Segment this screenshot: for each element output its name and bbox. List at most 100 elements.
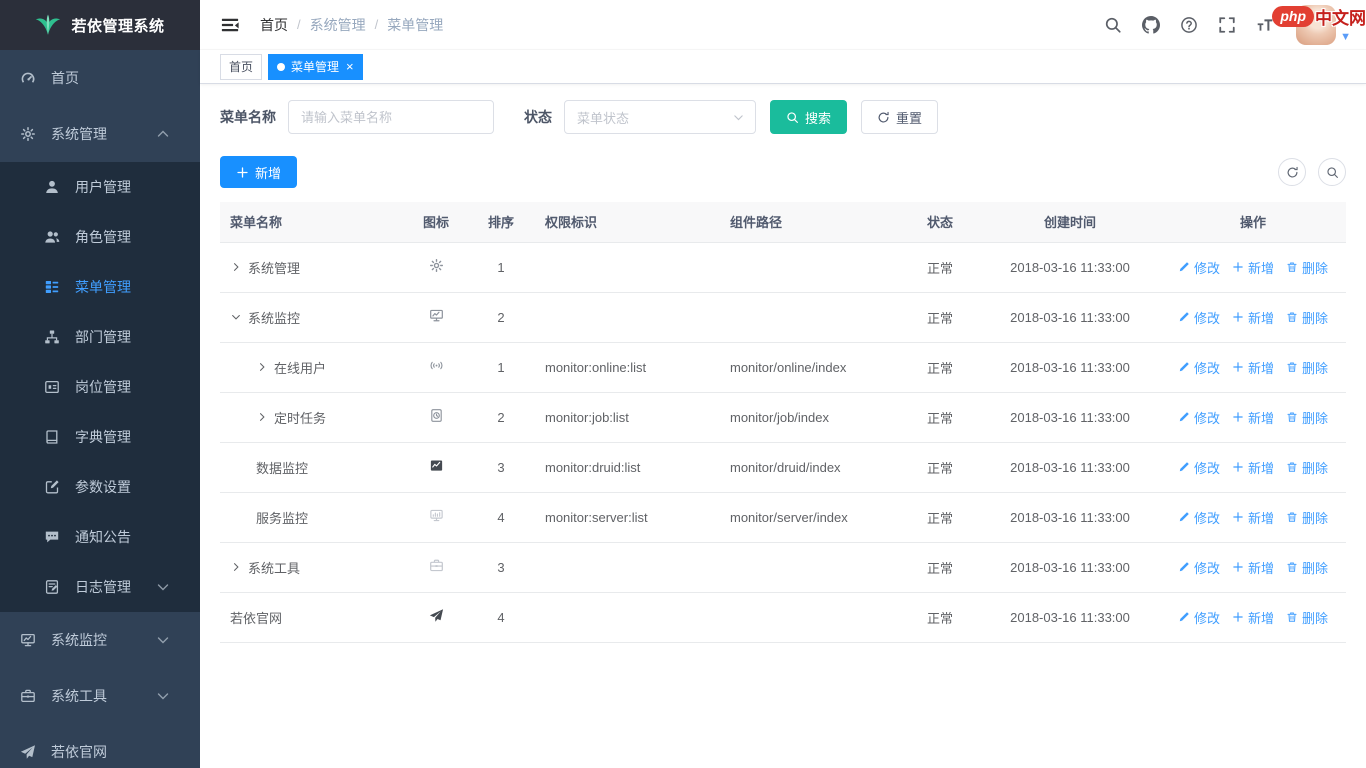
row-action-delete[interactable]: 删除 bbox=[1286, 508, 1328, 527]
row-action-delete[interactable]: 删除 bbox=[1286, 308, 1328, 327]
created-time: 2018-03-16 11:33:00 bbox=[980, 542, 1160, 592]
action-label: 修改 bbox=[1194, 308, 1220, 327]
sidebar-item-param-setting[interactable]: 参数设置 bbox=[0, 462, 200, 512]
row-action-add[interactable]: 新增 bbox=[1232, 608, 1274, 627]
created-time: 2018-03-16 11:33:00 bbox=[980, 492, 1160, 542]
action-label: 修改 bbox=[1194, 558, 1220, 577]
action-label: 新增 bbox=[1248, 408, 1274, 427]
row-action-add[interactable]: 新增 bbox=[1232, 408, 1274, 427]
action-label: 修改 bbox=[1194, 508, 1220, 527]
row-action-delete[interactable]: 删除 bbox=[1286, 608, 1328, 627]
sidebar: 若依管理系统 首页系统管理用户管理角色管理菜单管理部门管理岗位管理字典管理参数设… bbox=[0, 0, 200, 768]
menu-table: 菜单名称图标排序权限标识组件路径状态创建时间操作 系统管理1正常2018-03-… bbox=[220, 202, 1346, 643]
table-row: 定时任务2monitor:job:listmonitor/job/index正常… bbox=[220, 392, 1346, 442]
gear-icon bbox=[20, 126, 36, 142]
caret-down-icon[interactable]: ▼ bbox=[1340, 31, 1351, 45]
sidebar-item-system-tool[interactable]: 系统工具 bbox=[0, 668, 200, 724]
column-header: 图标 bbox=[405, 202, 467, 242]
avatar[interactable] bbox=[1296, 5, 1336, 45]
search-icon[interactable] bbox=[1098, 12, 1128, 38]
sidebar-item-user-manage[interactable]: 用户管理 bbox=[0, 162, 200, 212]
breadcrumb-separator: / bbox=[297, 17, 301, 32]
tab-item[interactable]: 首页 bbox=[220, 54, 262, 80]
action-label: 删除 bbox=[1302, 308, 1328, 327]
tab-active[interactable]: 菜单管理× bbox=[268, 54, 363, 80]
expand-row-icon[interactable] bbox=[230, 261, 242, 273]
search-button[interactable]: 搜索 bbox=[770, 100, 847, 134]
collapse-row-icon[interactable] bbox=[230, 311, 242, 323]
sidebar-item-system-manage[interactable]: 系统管理 bbox=[0, 106, 200, 162]
breadcrumb-item[interactable]: 首页 bbox=[260, 15, 288, 35]
table-tools bbox=[1278, 158, 1346, 186]
action-label: 删除 bbox=[1302, 458, 1328, 477]
row-action-edit[interactable]: 修改 bbox=[1178, 308, 1220, 327]
menu-perms: monitor:online:list bbox=[535, 342, 720, 392]
menu-perms: monitor:druid:list bbox=[535, 442, 720, 492]
expand-row-icon[interactable] bbox=[256, 361, 268, 373]
row-action-add[interactable]: 新增 bbox=[1232, 308, 1274, 327]
action-label: 删除 bbox=[1302, 608, 1328, 627]
guide-icon bbox=[429, 608, 444, 623]
action-label: 新增 bbox=[1248, 458, 1274, 477]
reset-button[interactable]: 重置 bbox=[861, 100, 938, 134]
row-action-delete[interactable]: 删除 bbox=[1286, 458, 1328, 477]
font-size-icon[interactable] bbox=[1250, 12, 1280, 38]
sidebar-item-post-manage[interactable]: 岗位管理 bbox=[0, 362, 200, 412]
row-action-delete[interactable]: 删除 bbox=[1286, 408, 1328, 427]
peoples-icon bbox=[44, 229, 60, 245]
row-action-edit[interactable]: 修改 bbox=[1178, 408, 1220, 427]
sidebar-item-label: 用户管理 bbox=[75, 177, 186, 197]
expand-row-icon[interactable] bbox=[256, 411, 268, 423]
table-row: 服务监控4monitor:server:listmonitor/server/i… bbox=[220, 492, 1346, 542]
action-label: 新增 bbox=[1248, 558, 1274, 577]
row-action-delete[interactable]: 删除 bbox=[1286, 258, 1328, 277]
fullscreen-icon[interactable] bbox=[1212, 12, 1242, 38]
sidebar-item-role-manage[interactable]: 角色管理 bbox=[0, 212, 200, 262]
row-action-add[interactable]: 新增 bbox=[1232, 508, 1274, 527]
sidebar-item-menu-manage[interactable]: 菜单管理 bbox=[0, 262, 200, 312]
row-action-edit[interactable]: 修改 bbox=[1178, 608, 1220, 627]
app-logo[interactable]: 若依管理系统 bbox=[0, 0, 200, 50]
column-header: 组件路径 bbox=[720, 202, 900, 242]
add-button-label: 新增 bbox=[255, 163, 281, 182]
status-label: 状态 bbox=[524, 107, 552, 127]
sidebar-item-home[interactable]: 首页 bbox=[0, 50, 200, 106]
row-action-add[interactable]: 新增 bbox=[1232, 358, 1274, 377]
app-window: 若依管理系统 首页系统管理用户管理角色管理菜单管理部门管理岗位管理字典管理参数设… bbox=[0, 0, 1366, 768]
add-button[interactable]: 新增 bbox=[220, 156, 297, 188]
sidebar-item-dept-manage[interactable]: 部门管理 bbox=[0, 312, 200, 362]
menu-name: 若依官网 bbox=[230, 608, 282, 627]
row-action-add[interactable]: 新增 bbox=[1232, 258, 1274, 277]
action-label: 删除 bbox=[1302, 358, 1328, 377]
row-action-edit[interactable]: 修改 bbox=[1178, 558, 1220, 577]
created-time: 2018-03-16 11:33:00 bbox=[980, 292, 1160, 342]
show-search-button[interactable] bbox=[1318, 158, 1346, 186]
help-icon[interactable] bbox=[1174, 12, 1204, 38]
tags-bar: 首页菜单管理× bbox=[200, 50, 1366, 84]
menu-name-input[interactable] bbox=[288, 100, 494, 134]
row-action-edit[interactable]: 修改 bbox=[1178, 508, 1220, 527]
row-action-edit[interactable]: 修改 bbox=[1178, 258, 1220, 277]
action-label: 新增 bbox=[1248, 258, 1274, 277]
action-label: 修改 bbox=[1194, 408, 1220, 427]
sidebar-item-notice[interactable]: 通知公告 bbox=[0, 512, 200, 562]
github-icon[interactable] bbox=[1136, 12, 1166, 38]
sidebar-item-label: 系统管理 bbox=[51, 124, 155, 144]
expand-row-icon[interactable] bbox=[230, 561, 242, 573]
row-action-add[interactable]: 新增 bbox=[1232, 558, 1274, 577]
row-action-add[interactable]: 新增 bbox=[1232, 458, 1274, 477]
status-select[interactable]: 菜单状态 bbox=[564, 100, 756, 134]
sidebar-item-log-manage[interactable]: 日志管理 bbox=[0, 562, 200, 612]
action-label: 删除 bbox=[1302, 558, 1328, 577]
menu-name: 系统工具 bbox=[248, 558, 300, 577]
sidebar-item-dict-manage[interactable]: 字典管理 bbox=[0, 412, 200, 462]
row-action-edit[interactable]: 修改 bbox=[1178, 458, 1220, 477]
hamburger-icon[interactable] bbox=[212, 15, 248, 35]
tab-close-icon[interactable]: × bbox=[346, 60, 354, 73]
sidebar-item-system-monitor[interactable]: 系统监控 bbox=[0, 612, 200, 668]
row-action-delete[interactable]: 删除 bbox=[1286, 358, 1328, 377]
sidebar-item-ruoyi-site[interactable]: 若依官网 bbox=[0, 724, 200, 768]
refresh-table-button[interactable] bbox=[1278, 158, 1306, 186]
row-action-edit[interactable]: 修改 bbox=[1178, 358, 1220, 377]
row-action-delete[interactable]: 删除 bbox=[1286, 558, 1328, 577]
